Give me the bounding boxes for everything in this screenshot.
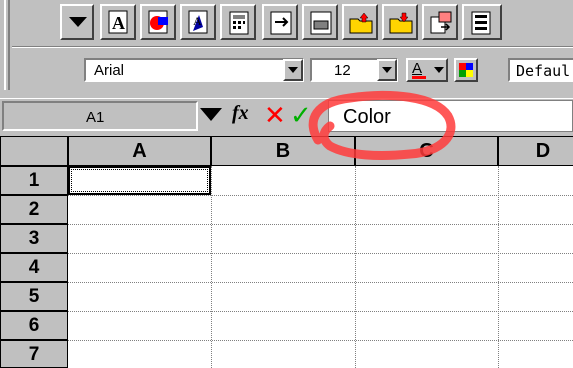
calculator-button[interactable] bbox=[220, 4, 256, 40]
row-header-6[interactable]: 6 bbox=[0, 311, 68, 340]
svg-text:A: A bbox=[193, 14, 202, 28]
svg-text:A: A bbox=[112, 13, 125, 33]
gridline bbox=[68, 340, 573, 341]
column-header-a[interactable]: A bbox=[68, 136, 211, 166]
row-header-4[interactable]: 4 bbox=[0, 253, 68, 282]
cancel-entry-button[interactable]: ✕ bbox=[264, 100, 286, 130]
chevron-down-icon[interactable] bbox=[283, 59, 303, 81]
folder-down-button[interactable] bbox=[382, 4, 418, 40]
row-header-5[interactable]: 5 bbox=[0, 282, 68, 311]
palette-swatch bbox=[459, 63, 466, 70]
red-annotation-circle bbox=[308, 90, 456, 160]
font-name-value: Arial bbox=[94, 62, 125, 79]
gridline bbox=[68, 282, 573, 283]
palette-swatch bbox=[459, 70, 466, 77]
fill-icon: A bbox=[188, 10, 208, 34]
font-size-dropdown[interactable]: 12 bbox=[310, 58, 398, 82]
row-header-3[interactable]: 3 bbox=[0, 224, 68, 253]
row-header-7[interactable]: 7 bbox=[0, 340, 68, 368]
gridline bbox=[68, 195, 573, 196]
print-icon bbox=[310, 11, 332, 35]
export-icon bbox=[270, 11, 292, 35]
font-color-label: A bbox=[412, 60, 423, 77]
gridline bbox=[68, 311, 573, 312]
fill-button[interactable]: A bbox=[180, 4, 216, 40]
format-painter-button[interactable] bbox=[140, 4, 176, 40]
gridline bbox=[211, 166, 212, 368]
name-box[interactable]: A1 bbox=[2, 101, 198, 131]
folder-up-button[interactable] bbox=[342, 4, 378, 40]
text-a-button[interactable]: A bbox=[100, 4, 136, 40]
text-a-icon: A bbox=[108, 10, 128, 34]
paste-button[interactable] bbox=[422, 4, 458, 40]
gridline bbox=[68, 224, 573, 225]
row-header-2[interactable]: 2 bbox=[0, 195, 68, 224]
font-name-dropdown[interactable]: Arial bbox=[84, 58, 304, 82]
font-color-button[interactable]: A bbox=[406, 58, 448, 82]
calculator-icon bbox=[229, 11, 249, 35]
column-header-d[interactable]: D bbox=[498, 136, 573, 166]
gridline bbox=[68, 253, 573, 254]
style-dropdown[interactable]: Defaul bbox=[508, 58, 573, 82]
palette-swatch bbox=[466, 63, 473, 70]
color-palette-button[interactable] bbox=[454, 58, 478, 82]
name-box-value: A1 bbox=[86, 109, 105, 126]
name-box-dropdown-arrow[interactable] bbox=[200, 108, 222, 121]
folder-down-icon bbox=[389, 12, 413, 34]
toolbar-separator bbox=[12, 46, 573, 48]
function-wizard-button[interactable]: fx bbox=[232, 102, 249, 125]
font-size-value: 12 bbox=[334, 62, 351, 79]
grid-icon bbox=[471, 11, 491, 35]
row-header-1[interactable]: 1 bbox=[0, 166, 68, 195]
grid-button[interactable] bbox=[462, 4, 502, 40]
paste-icon bbox=[430, 11, 452, 34]
export-button[interactable] bbox=[262, 4, 298, 40]
active-cell-a1[interactable] bbox=[68, 166, 211, 195]
font-color-bar bbox=[412, 76, 426, 79]
gridline bbox=[498, 166, 499, 368]
folder-up-icon bbox=[349, 12, 373, 34]
format-painter-icon bbox=[148, 10, 168, 34]
chevron-down-icon bbox=[434, 67, 444, 73]
style-value: Defaul bbox=[516, 62, 571, 80]
palette-swatch bbox=[466, 70, 473, 77]
chevron-down-icon[interactable] bbox=[377, 59, 397, 81]
toolbar-dropdown-button[interactable] bbox=[60, 4, 94, 40]
gridline bbox=[355, 166, 356, 368]
toolbar-grip[interactable] bbox=[4, 0, 10, 90]
select-all-corner[interactable] bbox=[0, 136, 68, 166]
print-button[interactable] bbox=[302, 4, 338, 40]
